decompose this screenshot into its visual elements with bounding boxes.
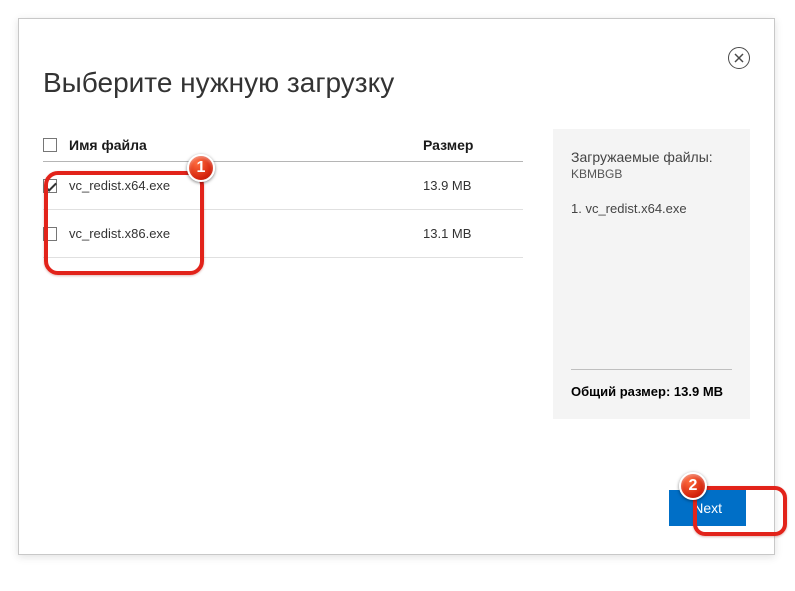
sidebar-spacer	[571, 220, 732, 369]
total-label: Общий размер:	[571, 384, 670, 399]
summary-sidebar: Загружаемые файлы: KBMBGB 1. vc_redist.x…	[553, 129, 750, 419]
file-list-header: Имя файла Размер	[43, 129, 523, 162]
close-button[interactable]	[728, 47, 750, 69]
column-name-label: Имя файла	[69, 137, 147, 153]
file-checkbox[interactable]	[43, 179, 57, 193]
file-list: Имя файла Размер vc_redist.x64.exe 13.9 …	[43, 129, 523, 419]
file-checkbox[interactable]	[43, 227, 57, 241]
dialog-title: Выберите нужную загрузку	[19, 19, 774, 129]
file-row[interactable]: vc_redist.x64.exe 13.9 MB	[43, 162, 523, 210]
select-all-checkbox[interactable]	[43, 138, 57, 152]
dialog-content: Имя файла Размер vc_redist.x64.exe 13.9 …	[19, 129, 774, 419]
file-size-cell: 13.9 MB	[423, 178, 523, 193]
file-size-cell: 13.1 MB	[423, 226, 523, 241]
sidebar-units: KBMBGB	[571, 167, 732, 181]
total-value: 13.9 MB	[674, 384, 723, 399]
file-name-cell: vc_redist.x64.exe	[43, 178, 423, 193]
file-name-text: vc_redist.x86.exe	[69, 226, 170, 241]
sidebar-file-item: 1. vc_redist.x64.exe	[571, 201, 732, 216]
close-icon	[734, 53, 744, 63]
file-name-text: vc_redist.x64.exe	[69, 178, 170, 193]
next-button[interactable]: Next	[669, 490, 746, 526]
column-header-name: Имя файла	[43, 137, 423, 153]
sidebar-title: Загружаемые файлы:	[571, 149, 732, 165]
column-header-size: Размер	[423, 137, 523, 153]
sidebar-total: Общий размер: 13.9 MB	[571, 369, 732, 399]
dialog-footer: Next	[669, 490, 746, 526]
file-row[interactable]: vc_redist.x86.exe 13.1 MB	[43, 210, 523, 258]
download-selection-dialog: Выберите нужную загрузку Имя файла Разме…	[18, 18, 775, 555]
file-name-cell: vc_redist.x86.exe	[43, 226, 423, 241]
